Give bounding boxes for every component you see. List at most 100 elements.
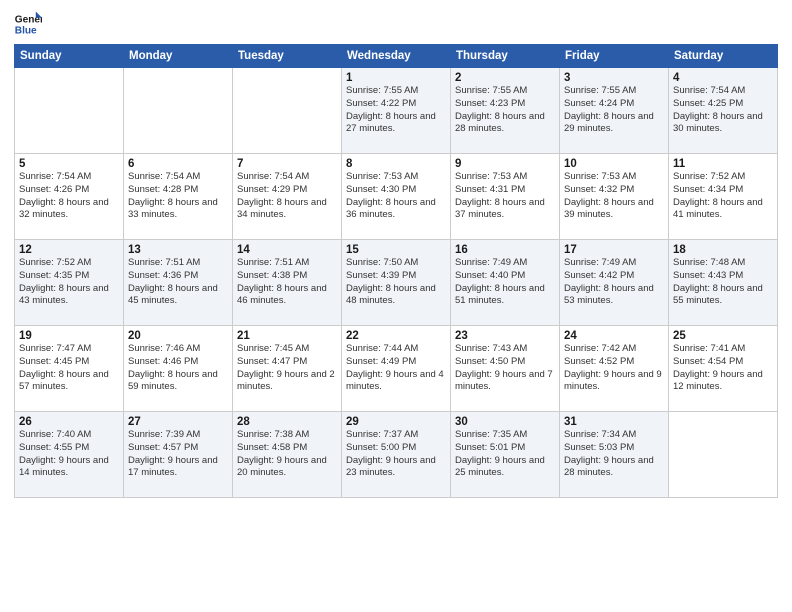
day-number: 29 [346,416,446,428]
calendar-day [15,68,124,154]
calendar: SundayMondayTuesdayWednesdayThursdayFrid… [14,44,778,498]
day-info: Sunrise: 7:52 AM Sunset: 4:35 PM Dayligh… [19,257,119,308]
calendar-day: 24Sunrise: 7:42 AM Sunset: 4:52 PM Dayli… [560,326,669,412]
day-number: 16 [455,244,555,256]
header: General Blue [14,10,778,38]
day-number: 7 [237,158,337,170]
day-number: 4 [673,72,773,84]
calendar-day: 5Sunrise: 7:54 AM Sunset: 4:26 PM Daylig… [15,154,124,240]
day-info: Sunrise: 7:54 AM Sunset: 4:28 PM Dayligh… [128,171,228,222]
calendar-week-row: 26Sunrise: 7:40 AM Sunset: 4:55 PM Dayli… [15,412,778,498]
weekday-header: Wednesday [342,45,451,68]
day-number: 17 [564,244,664,256]
day-info: Sunrise: 7:41 AM Sunset: 4:54 PM Dayligh… [673,343,773,394]
weekday-header: Sunday [15,45,124,68]
calendar-day: 25Sunrise: 7:41 AM Sunset: 4:54 PM Dayli… [669,326,778,412]
calendar-day: 11Sunrise: 7:52 AM Sunset: 4:34 PM Dayli… [669,154,778,240]
day-info: Sunrise: 7:43 AM Sunset: 4:50 PM Dayligh… [455,343,555,394]
calendar-day: 27Sunrise: 7:39 AM Sunset: 4:57 PM Dayli… [124,412,233,498]
weekday-header: Thursday [451,45,560,68]
calendar-day: 7Sunrise: 7:54 AM Sunset: 4:29 PM Daylig… [233,154,342,240]
day-number: 18 [673,244,773,256]
calendar-day: 19Sunrise: 7:47 AM Sunset: 4:45 PM Dayli… [15,326,124,412]
calendar-week-row: 1Sunrise: 7:55 AM Sunset: 4:22 PM Daylig… [15,68,778,154]
day-info: Sunrise: 7:49 AM Sunset: 4:40 PM Dayligh… [455,257,555,308]
calendar-day: 20Sunrise: 7:46 AM Sunset: 4:46 PM Dayli… [124,326,233,412]
calendar-day: 10Sunrise: 7:53 AM Sunset: 4:32 PM Dayli… [560,154,669,240]
day-number: 6 [128,158,228,170]
day-info: Sunrise: 7:40 AM Sunset: 4:55 PM Dayligh… [19,429,119,480]
day-number: 23 [455,330,555,342]
calendar-day: 30Sunrise: 7:35 AM Sunset: 5:01 PM Dayli… [451,412,560,498]
calendar-day: 8Sunrise: 7:53 AM Sunset: 4:30 PM Daylig… [342,154,451,240]
weekday-header: Monday [124,45,233,68]
logo-icon: General Blue [14,10,42,38]
day-info: Sunrise: 7:37 AM Sunset: 5:00 PM Dayligh… [346,429,446,480]
calendar-day: 22Sunrise: 7:44 AM Sunset: 4:49 PM Dayli… [342,326,451,412]
day-info: Sunrise: 7:39 AM Sunset: 4:57 PM Dayligh… [128,429,228,480]
day-number: 31 [564,416,664,428]
calendar-day: 14Sunrise: 7:51 AM Sunset: 4:38 PM Dayli… [233,240,342,326]
day-number: 3 [564,72,664,84]
weekday-header: Saturday [669,45,778,68]
day-info: Sunrise: 7:54 AM Sunset: 4:29 PM Dayligh… [237,171,337,222]
day-info: Sunrise: 7:42 AM Sunset: 4:52 PM Dayligh… [564,343,664,394]
day-number: 5 [19,158,119,170]
day-info: Sunrise: 7:55 AM Sunset: 4:24 PM Dayligh… [564,85,664,136]
day-info: Sunrise: 7:46 AM Sunset: 4:46 PM Dayligh… [128,343,228,394]
page: General Blue SundayMondayTuesdayWednesda… [0,0,792,612]
calendar-day: 1Sunrise: 7:55 AM Sunset: 4:22 PM Daylig… [342,68,451,154]
day-number: 28 [237,416,337,428]
day-number: 10 [564,158,664,170]
day-info: Sunrise: 7:55 AM Sunset: 4:23 PM Dayligh… [455,85,555,136]
day-info: Sunrise: 7:53 AM Sunset: 4:32 PM Dayligh… [564,171,664,222]
day-number: 9 [455,158,555,170]
calendar-day [233,68,342,154]
day-info: Sunrise: 7:53 AM Sunset: 4:31 PM Dayligh… [455,171,555,222]
day-info: Sunrise: 7:51 AM Sunset: 4:36 PM Dayligh… [128,257,228,308]
day-info: Sunrise: 7:48 AM Sunset: 4:43 PM Dayligh… [673,257,773,308]
day-number: 1 [346,72,446,84]
calendar-day: 18Sunrise: 7:48 AM Sunset: 4:43 PM Dayli… [669,240,778,326]
day-number: 19 [19,330,119,342]
calendar-day: 28Sunrise: 7:38 AM Sunset: 4:58 PM Dayli… [233,412,342,498]
day-info: Sunrise: 7:34 AM Sunset: 5:03 PM Dayligh… [564,429,664,480]
calendar-day: 17Sunrise: 7:49 AM Sunset: 4:42 PM Dayli… [560,240,669,326]
day-info: Sunrise: 7:54 AM Sunset: 4:25 PM Dayligh… [673,85,773,136]
calendar-day [669,412,778,498]
day-number: 26 [19,416,119,428]
weekday-header: Tuesday [233,45,342,68]
day-info: Sunrise: 7:54 AM Sunset: 4:26 PM Dayligh… [19,171,119,222]
day-number: 14 [237,244,337,256]
calendar-day: 9Sunrise: 7:53 AM Sunset: 4:31 PM Daylig… [451,154,560,240]
calendar-day [124,68,233,154]
day-info: Sunrise: 7:52 AM Sunset: 4:34 PM Dayligh… [673,171,773,222]
weekday-header-row: SundayMondayTuesdayWednesdayThursdayFrid… [15,45,778,68]
calendar-week-row: 19Sunrise: 7:47 AM Sunset: 4:45 PM Dayli… [15,326,778,412]
day-number: 12 [19,244,119,256]
day-info: Sunrise: 7:38 AM Sunset: 4:58 PM Dayligh… [237,429,337,480]
day-info: Sunrise: 7:55 AM Sunset: 4:22 PM Dayligh… [346,85,446,136]
day-number: 13 [128,244,228,256]
weekday-header: Friday [560,45,669,68]
day-info: Sunrise: 7:44 AM Sunset: 4:49 PM Dayligh… [346,343,446,394]
day-info: Sunrise: 7:45 AM Sunset: 4:47 PM Dayligh… [237,343,337,394]
calendar-day: 6Sunrise: 7:54 AM Sunset: 4:28 PM Daylig… [124,154,233,240]
calendar-day: 4Sunrise: 7:54 AM Sunset: 4:25 PM Daylig… [669,68,778,154]
calendar-day: 15Sunrise: 7:50 AM Sunset: 4:39 PM Dayli… [342,240,451,326]
day-number: 24 [564,330,664,342]
day-number: 15 [346,244,446,256]
logo: General Blue [14,10,42,38]
calendar-day: 21Sunrise: 7:45 AM Sunset: 4:47 PM Dayli… [233,326,342,412]
calendar-day: 29Sunrise: 7:37 AM Sunset: 5:00 PM Dayli… [342,412,451,498]
calendar-day: 16Sunrise: 7:49 AM Sunset: 4:40 PM Dayli… [451,240,560,326]
day-info: Sunrise: 7:49 AM Sunset: 4:42 PM Dayligh… [564,257,664,308]
calendar-week-row: 5Sunrise: 7:54 AM Sunset: 4:26 PM Daylig… [15,154,778,240]
day-number: 8 [346,158,446,170]
svg-text:Blue: Blue [15,25,37,36]
day-number: 2 [455,72,555,84]
calendar-week-row: 12Sunrise: 7:52 AM Sunset: 4:35 PM Dayli… [15,240,778,326]
day-info: Sunrise: 7:47 AM Sunset: 4:45 PM Dayligh… [19,343,119,394]
day-info: Sunrise: 7:53 AM Sunset: 4:30 PM Dayligh… [346,171,446,222]
calendar-day: 3Sunrise: 7:55 AM Sunset: 4:24 PM Daylig… [560,68,669,154]
